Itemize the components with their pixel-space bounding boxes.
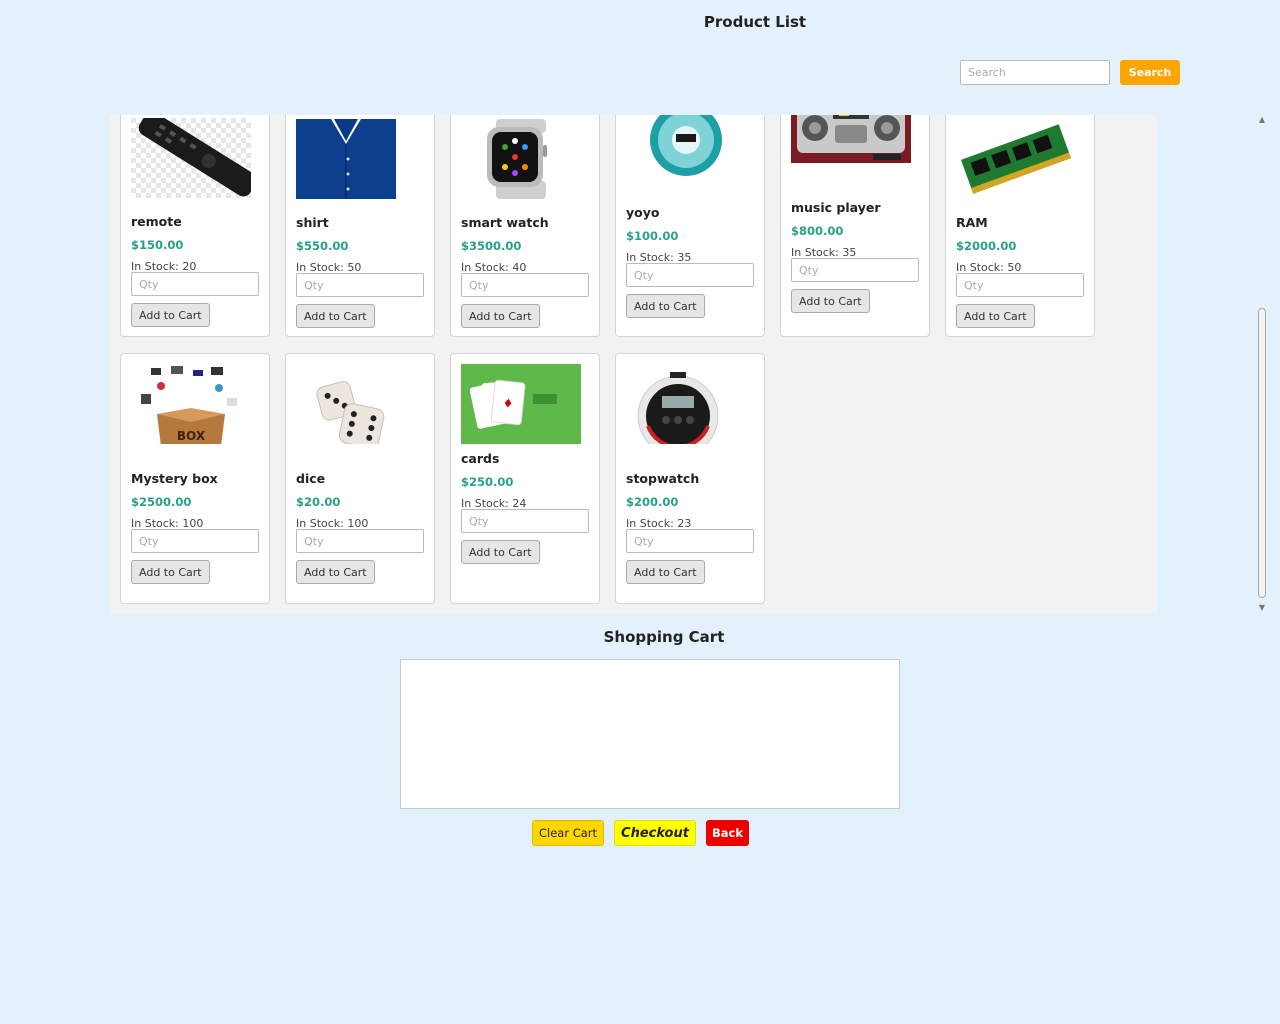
product-image-stopwatch xyxy=(626,364,746,444)
product-name: RAM xyxy=(956,215,988,230)
quantity-input[interactable] xyxy=(626,529,754,553)
product-card-stopwatch: stopwatch $200.00 In Stock: 23 Add to Ca… xyxy=(615,353,765,604)
add-to-cart-button[interactable]: Add to Cart xyxy=(956,304,1035,328)
product-image-music-player xyxy=(791,115,911,163)
clear-cart-button[interactable]: Clear Cart xyxy=(532,820,604,846)
product-card-yoyo: yoyo $100.00 In Stock: 35 Add to Cart xyxy=(615,115,765,337)
search-input[interactable] xyxy=(960,60,1110,85)
product-image-smart-watch xyxy=(461,119,581,199)
product-image-remote xyxy=(131,118,251,198)
add-to-cart-button[interactable]: Add to Cart xyxy=(461,540,540,564)
quantity-input[interactable] xyxy=(791,258,919,282)
product-card-dice: dice $20.00 In Stock: 100 Add to Cart xyxy=(285,353,435,604)
product-card-ram: RAM $2000.00 In Stock: 50 Add to Cart xyxy=(945,115,1095,337)
product-card-smart-watch: smart watch $3500.00 In Stock: 40 Add to… xyxy=(450,115,600,337)
product-image-dice xyxy=(296,364,416,444)
cart-contents xyxy=(400,659,900,809)
cart-title: Shopping Cart xyxy=(603,628,725,646)
add-to-cart-button[interactable]: Add to Cart xyxy=(626,294,705,318)
search-button[interactable]: Search xyxy=(1120,60,1180,85)
add-to-cart-button[interactable]: Add to Cart xyxy=(296,304,375,328)
checkout-button[interactable]: Checkout xyxy=(614,820,696,846)
product-price: $20.00 xyxy=(296,495,341,509)
product-image-shirt xyxy=(296,119,396,199)
quantity-input[interactable] xyxy=(956,273,1084,297)
svg-text:BOX: BOX xyxy=(177,429,206,443)
quantity-input[interactable] xyxy=(461,509,589,533)
product-list-panel[interactable]: remote $150.00 In Stock: 20 Add to Cart … xyxy=(110,115,1157,614)
product-image-mystery-box: BOX xyxy=(131,364,251,444)
product-name: music player xyxy=(791,200,881,215)
product-name: smart watch xyxy=(461,215,549,230)
product-name: shirt xyxy=(296,215,329,230)
product-price: $250.00 xyxy=(461,475,514,489)
add-to-cart-button[interactable]: Add to Cart xyxy=(131,303,210,327)
product-price: $2000.00 xyxy=(956,239,1017,253)
add-to-cart-button[interactable]: Add to Cart xyxy=(296,560,375,584)
back-button[interactable]: Back xyxy=(706,820,749,846)
product-card-cards: ♥ ♦ cards $250.00 In Stock: 24 Add to Ca… xyxy=(450,353,600,604)
product-price: $2500.00 xyxy=(131,495,192,509)
svg-text:♦: ♦ xyxy=(502,396,514,411)
product-card-remote: remote $150.00 In Stock: 20 Add to Cart xyxy=(120,115,270,337)
scroll-up-icon[interactable]: ▲ xyxy=(1257,115,1267,125)
add-to-cart-button[interactable]: Add to Cart xyxy=(626,560,705,584)
product-price: $550.00 xyxy=(296,239,349,253)
quantity-input[interactable] xyxy=(131,272,259,296)
product-card-shirt: shirt $550.00 In Stock: 50 Add to Cart xyxy=(285,115,435,337)
product-card-mystery-box: BOX Mystery box $2500.00 In Stock: 100 A… xyxy=(120,353,270,604)
product-image-ram xyxy=(956,119,1076,199)
product-name: stopwatch xyxy=(626,471,700,486)
scrollbar-thumb[interactable] xyxy=(1258,308,1266,598)
product-name: cards xyxy=(461,451,500,466)
product-card-music-player: music player $800.00 In Stock: 35 Add to… xyxy=(780,115,930,337)
product-list-scrollbar[interactable]: ▲ ▼ xyxy=(1256,115,1268,614)
add-to-cart-button[interactable]: Add to Cart xyxy=(131,560,210,584)
product-price: $200.00 xyxy=(626,495,679,509)
quantity-input[interactable] xyxy=(296,529,424,553)
product-image-cards: ♥ ♦ xyxy=(461,364,581,444)
product-name: dice xyxy=(296,471,326,486)
product-price: $100.00 xyxy=(626,229,679,243)
product-name: yoyo xyxy=(626,205,660,220)
add-to-cart-button[interactable]: Add to Cart xyxy=(461,304,540,328)
product-name: Mystery box xyxy=(131,471,218,486)
product-price: $3500.00 xyxy=(461,239,522,253)
product-image-yoyo xyxy=(626,115,746,178)
quantity-input[interactable] xyxy=(296,273,424,297)
page-title: Product List xyxy=(703,13,807,31)
quantity-input[interactable] xyxy=(626,263,754,287)
product-price: $150.00 xyxy=(131,238,184,252)
product-price: $800.00 xyxy=(791,224,844,238)
scroll-down-icon[interactable]: ▼ xyxy=(1257,603,1267,613)
product-name: remote xyxy=(131,214,182,229)
quantity-input[interactable] xyxy=(461,273,589,297)
quantity-input[interactable] xyxy=(131,529,259,553)
add-to-cart-button[interactable]: Add to Cart xyxy=(791,289,870,313)
